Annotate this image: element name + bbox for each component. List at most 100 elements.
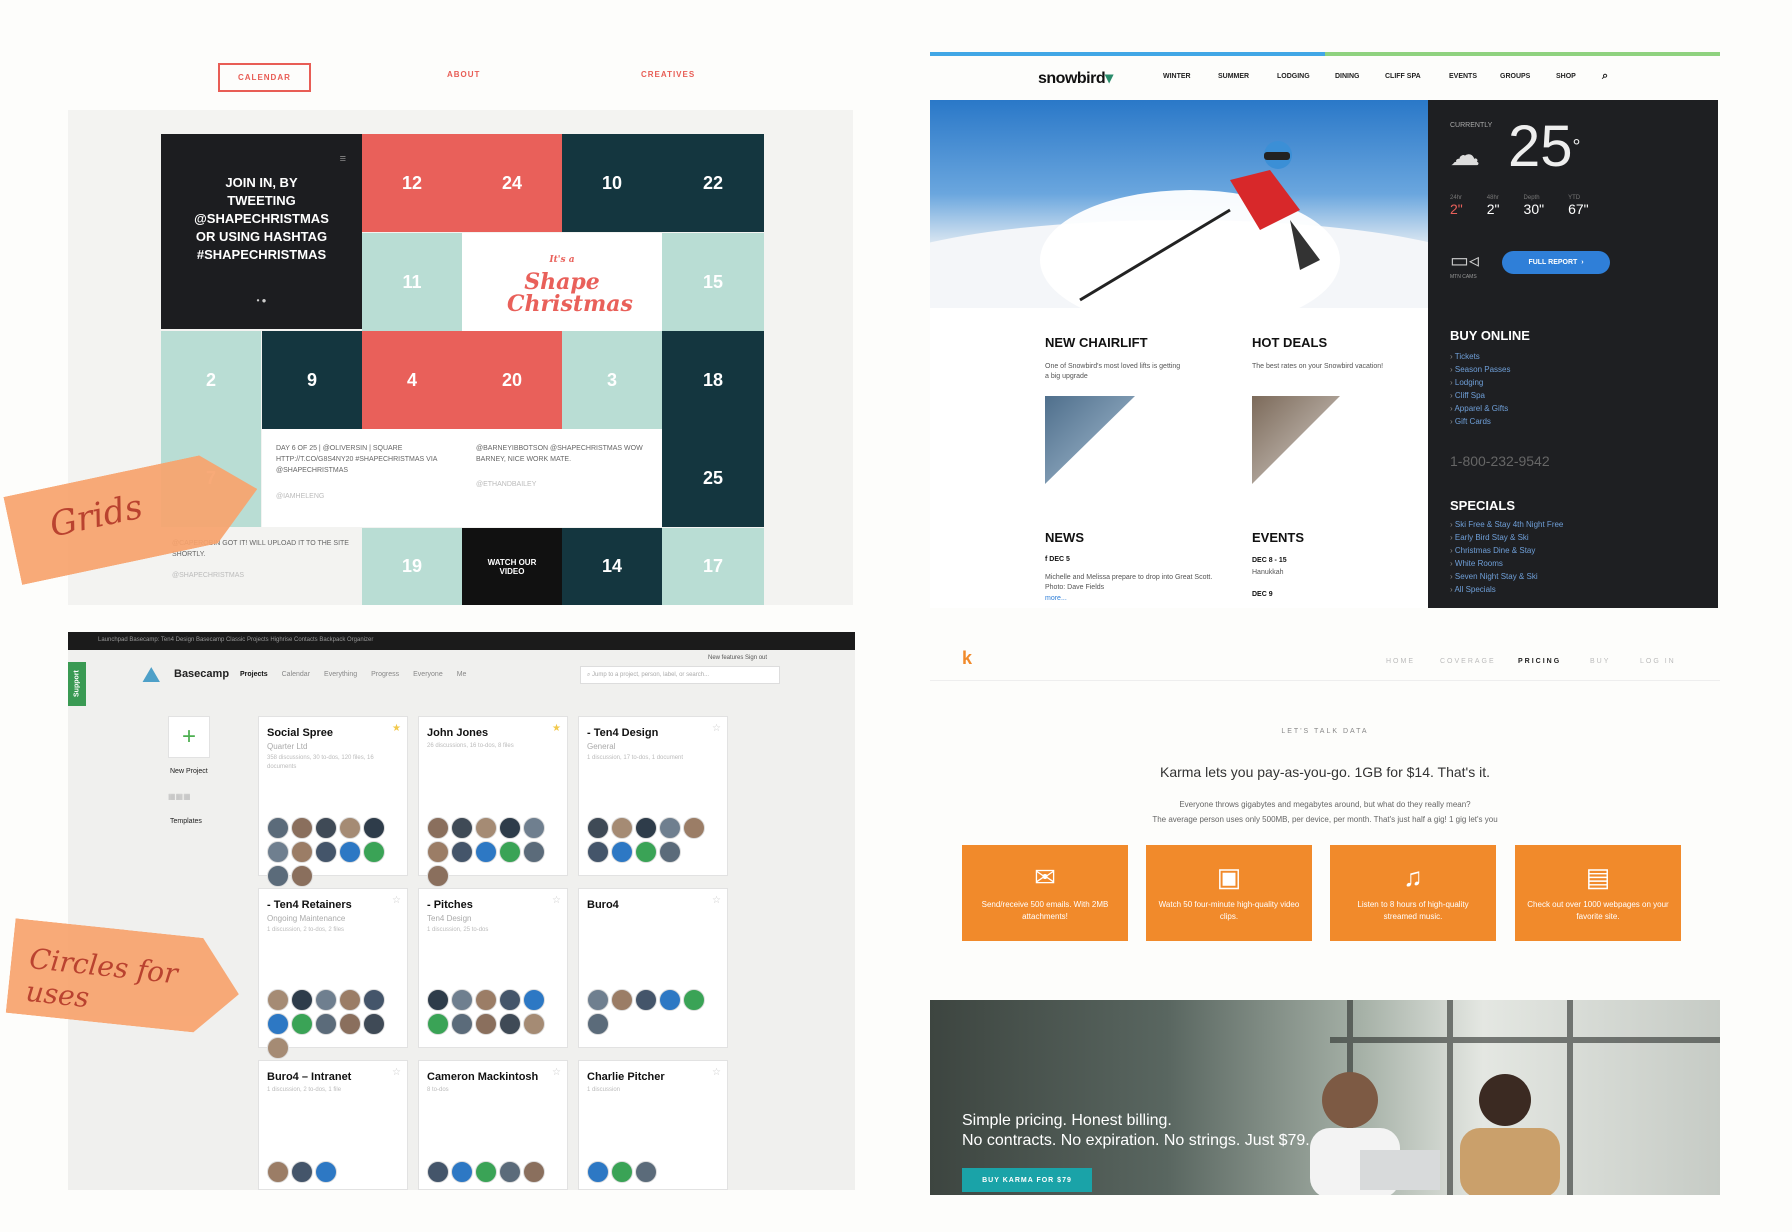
avatar[interactable]	[683, 989, 705, 1011]
project-title[interactable]: Cameron Mackintosh	[427, 1071, 559, 1083]
special-link[interactable]: Seven Night Stay & Ski	[1450, 570, 1563, 583]
news-more-link[interactable]: more...	[1045, 594, 1067, 604]
day-cell[interactable]: 14	[562, 528, 662, 605]
avatar[interactable]	[267, 865, 289, 887]
chairlift-title[interactable]: NEW CHAIRLIFT	[1045, 335, 1148, 350]
avatar[interactable]	[611, 989, 633, 1011]
buy-karma-button[interactable]: BUY KARMA FOR $79	[962, 1168, 1092, 1192]
avatar[interactable]	[427, 865, 449, 887]
karma-logo[interactable]: k	[962, 648, 972, 669]
avatar[interactable]	[427, 1013, 449, 1035]
avatar[interactable]	[635, 989, 657, 1011]
star-icon[interactable]: ☆	[392, 895, 401, 906]
avatar[interactable]	[523, 989, 545, 1011]
nav-pricing[interactable]: PRICING	[1518, 658, 1561, 665]
star-icon[interactable]: ☆	[392, 1067, 401, 1078]
avatar[interactable]	[475, 1161, 497, 1183]
project-card[interactable]: ☆ Charlie Pitcher 1 discussion	[578, 1060, 728, 1190]
special-link[interactable]: All Specials	[1450, 583, 1563, 596]
project-card[interactable]: ☆ Buro4	[578, 888, 728, 1048]
nav-calendar[interactable]: CALENDAR	[218, 63, 311, 92]
nav-buy[interactable]: BUY	[1590, 658, 1610, 665]
avatar[interactable]	[499, 989, 521, 1011]
avatar[interactable]	[315, 989, 337, 1011]
avatar[interactable]	[315, 817, 337, 839]
menu-icon[interactable]: ≡	[340, 150, 346, 168]
avatar[interactable]	[267, 1037, 289, 1059]
project-title[interactable]: - Ten4 Retainers	[267, 899, 399, 911]
avatar[interactable]	[499, 1013, 521, 1035]
templates-icon[interactable]: ▦▦▦	[168, 792, 191, 801]
day-cell[interactable]: 11	[362, 233, 462, 331]
project-card[interactable]: ☆ - Pitches Ten4 Design 1 discussion, 25 to…	[418, 888, 568, 1048]
day-cell[interactable]: 4	[362, 331, 462, 429]
nav-about[interactable]: ABOUT	[447, 70, 480, 79]
avatar[interactable]	[475, 841, 497, 863]
top-links[interactable]: New features Sign out	[708, 655, 767, 661]
avatar[interactable]	[315, 1161, 337, 1183]
avatar[interactable]	[267, 1161, 289, 1183]
avatar[interactable]	[499, 841, 521, 863]
avatar[interactable]	[475, 1013, 497, 1035]
nav-summer[interactable]: SUMMER	[1218, 73, 1249, 80]
project-card[interactable]: ☆ - Ten4 Retainers Ongoing Maintenance 1 di…	[258, 888, 408, 1059]
basecamp-topbar[interactable]: Launchpad Basecamp: Ten4 Design Basecamp…	[68, 632, 855, 650]
nav-dining[interactable]: DINING	[1335, 73, 1360, 80]
avatar[interactable]	[427, 841, 449, 863]
avatar[interactable]	[291, 817, 313, 839]
avatar[interactable]	[587, 817, 609, 839]
avatar[interactable]	[363, 841, 385, 863]
star-icon[interactable]: ☆	[712, 1067, 721, 1078]
avatar[interactable]	[475, 817, 497, 839]
special-link[interactable]: Christmas Dine & Stay	[1450, 544, 1563, 557]
search-icon[interactable]: ⌕	[1602, 70, 1608, 83]
avatar[interactable]	[523, 1013, 545, 1035]
templates-label[interactable]: Templates	[170, 818, 202, 825]
avatar[interactable]	[587, 841, 609, 863]
nav-cliff-spa[interactable]: CLIFF SPA	[1385, 73, 1421, 80]
avatar[interactable]	[427, 1161, 449, 1183]
day-cell[interactable]: 24	[462, 134, 562, 232]
nav-everything[interactable]: Everything	[324, 671, 357, 678]
avatar[interactable]	[523, 841, 545, 863]
tile-webpages[interactable]: ▤ Check out over 1000 webpages on your fa…	[1515, 845, 1681, 941]
project-title[interactable]: Social Spree	[267, 727, 399, 739]
avatar[interactable]	[659, 817, 681, 839]
avatar[interactable]	[475, 989, 497, 1011]
avatar[interactable]	[267, 841, 289, 863]
event-name[interactable]: Hanukkah	[1252, 568, 1284, 578]
avatar[interactable]	[451, 841, 473, 863]
nav-coverage[interactable]: COVERAGE	[1440, 658, 1496, 665]
project-title[interactable]: - Ten4 Design	[587, 727, 719, 739]
nav-creatives[interactable]: CREATIVES	[641, 70, 695, 79]
avatar[interactable]	[523, 817, 545, 839]
project-card[interactable]: ☆ - Ten4 Design General 1 discussion, 17 to…	[578, 716, 728, 876]
day-cell[interactable]: 12	[362, 134, 462, 232]
nav-progress[interactable]: Progress	[371, 671, 399, 678]
nav-calendar[interactable]: Calendar	[282, 671, 310, 678]
avatar[interactable]	[291, 1161, 313, 1183]
star-icon[interactable]: ☆	[712, 723, 721, 734]
tweet-user[interactable]: @IAMHELENG	[276, 491, 446, 502]
day-cell[interactable]: 3	[562, 331, 662, 429]
avatar[interactable]	[291, 1013, 313, 1035]
nav-everyone[interactable]: Everyone	[413, 671, 443, 678]
nav-home[interactable]: HOME	[1386, 658, 1415, 665]
project-card[interactable]: ★ Social Spree Quarter Ltd 358 discussions,…	[258, 716, 408, 887]
tweet-user[interactable]: @ETHANDBAILEY	[476, 479, 646, 490]
day-cell[interactable]: 2	[161, 331, 261, 429]
avatar[interactable]	[363, 1013, 385, 1035]
project-title[interactable]: Charlie Pitcher	[587, 1071, 719, 1083]
avatar[interactable]	[339, 841, 361, 863]
new-project-button[interactable]: +	[168, 716, 210, 758]
snowbird-logo[interactable]: snowbird▾	[1038, 68, 1113, 88]
special-link[interactable]: Ski Free & Stay 4th Night Free	[1450, 518, 1564, 531]
avatar[interactable]	[587, 1161, 609, 1183]
link-season-passes[interactable]: Season Passes	[1450, 363, 1511, 376]
avatar[interactable]	[499, 1161, 521, 1183]
avatar[interactable]	[315, 1013, 337, 1035]
avatar[interactable]	[451, 1013, 473, 1035]
avatar[interactable]	[587, 1013, 609, 1035]
news-title[interactable]: NEWS	[1045, 530, 1084, 545]
avatar[interactable]	[683, 817, 705, 839]
